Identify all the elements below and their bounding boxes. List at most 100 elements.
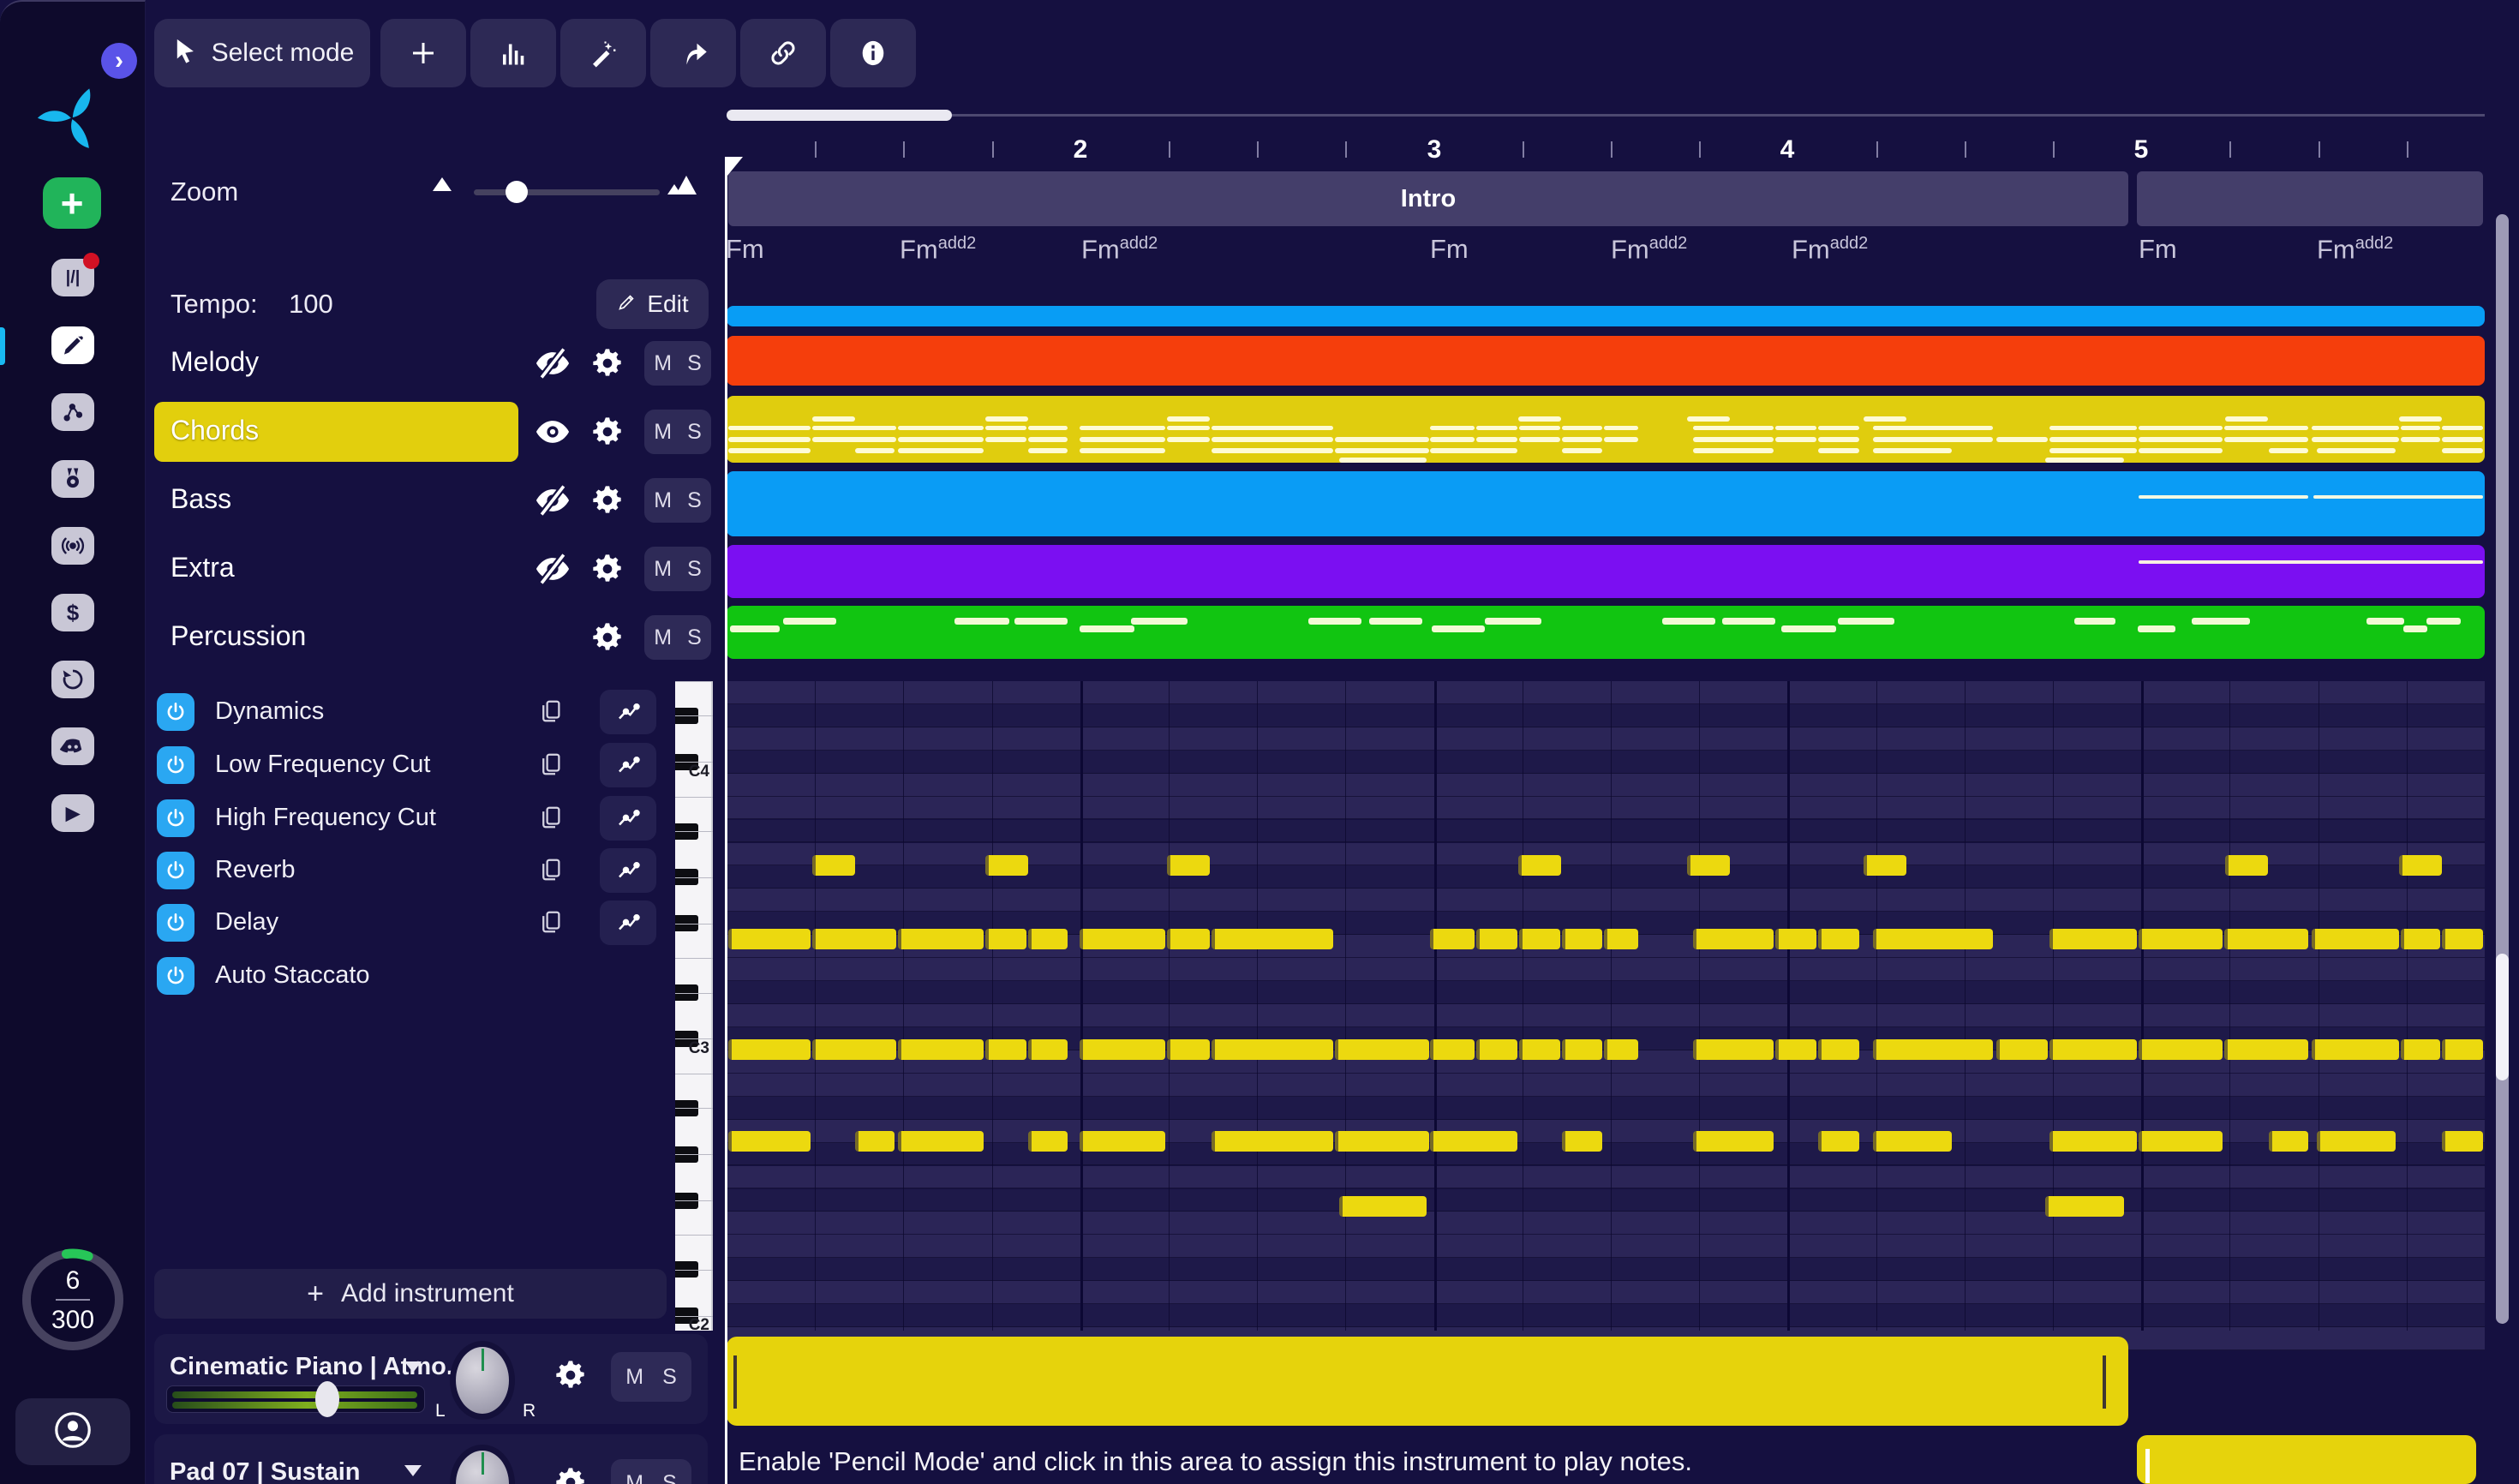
instrument-name[interactable]: Pad 07 | Sustain: [170, 1458, 360, 1484]
midi-note[interactable]: [1873, 929, 1993, 949]
midi-note[interactable]: [1693, 1039, 1774, 1060]
midi-note[interactable]: [2049, 1131, 2137, 1152]
track-name-extra[interactable]: Extra: [171, 552, 235, 583]
instrument-settings-gear-icon[interactable]: [553, 1465, 588, 1484]
midi-note[interactable]: [812, 929, 896, 949]
track-name-melody[interactable]: Melody: [171, 346, 259, 378]
midi-note[interactable]: [728, 1131, 811, 1152]
midi-note[interactable]: [1818, 1131, 1859, 1152]
instrument-clip[interactable]: [2137, 1435, 2476, 1484]
horizontal-scrollbar-thumb[interactable]: [727, 110, 952, 121]
redo-button[interactable]: [650, 19, 736, 87]
sidebar-item-dollar[interactable]: $: [51, 594, 94, 631]
horizontal-scrollbar-track[interactable]: [952, 114, 2485, 117]
eye-off-icon[interactable]: [534, 550, 571, 588]
lane-melody[interactable]: [727, 336, 2485, 386]
midi-note[interactable]: [1604, 929, 1638, 949]
window-close-button[interactable]: [26, 24, 44, 42]
midi-note[interactable]: [2139, 1039, 2223, 1060]
sidebar-item-broadcast[interactable]: [51, 527, 94, 565]
copy-icon[interactable]: [538, 855, 564, 884]
lane-bass[interactable]: [727, 471, 2485, 536]
pan-knob[interactable]: [450, 1445, 515, 1484]
midi-note[interactable]: [2049, 929, 2137, 949]
midi-note[interactable]: [2224, 1039, 2308, 1060]
midi-note[interactable]: [1687, 855, 1730, 876]
midi-note[interactable]: [2401, 1039, 2440, 1060]
midi-note[interactable]: [1873, 1039, 1993, 1060]
midi-note[interactable]: [985, 1039, 1026, 1060]
mute-button[interactable]: M: [654, 625, 672, 650]
midi-note[interactable]: [1335, 1039, 1429, 1060]
midi-note[interactable]: [2139, 929, 2223, 949]
sidebar-item-discord[interactable]: [51, 727, 94, 765]
sidebar-item-medal[interactable]: [51, 460, 94, 498]
midi-note[interactable]: [1996, 1039, 2048, 1060]
midi-note[interactable]: [1818, 929, 1859, 949]
midi-note[interactable]: [1028, 1131, 1068, 1152]
midi-note[interactable]: [1028, 1039, 1068, 1060]
zoom-slider[interactable]: [474, 181, 660, 203]
midi-note[interactable]: [1818, 1039, 1859, 1060]
midi-note[interactable]: [1167, 1039, 1210, 1060]
expand-sidebar-button[interactable]: ›: [101, 43, 137, 79]
mute-button[interactable]: M: [654, 351, 672, 376]
chevron-down-icon[interactable]: [404, 1465, 422, 1476]
midi-note[interactable]: [2442, 1131, 2483, 1152]
midi-note[interactable]: [1476, 1039, 1517, 1060]
midi-note[interactable]: [1430, 929, 1475, 949]
effect-power-button[interactable]: [157, 746, 194, 784]
midi-note[interactable]: [1775, 929, 1816, 949]
midi-note[interactable]: [812, 1039, 896, 1060]
midi-note[interactable]: [2269, 1131, 2308, 1152]
levels-button[interactable]: [470, 19, 556, 87]
midi-note[interactable]: [985, 929, 1026, 949]
midi-note[interactable]: [1693, 929, 1774, 949]
midi-note[interactable]: [2312, 1039, 2399, 1060]
info-button[interactable]: [830, 19, 916, 87]
chevron-down-icon[interactable]: [404, 1361, 422, 1373]
midi-note[interactable]: [1167, 855, 1210, 876]
midi-note[interactable]: [2317, 1131, 2396, 1152]
plus-button[interactable]: [380, 19, 466, 87]
solo-button[interactable]: S: [687, 625, 702, 650]
midi-note[interactable]: [2312, 929, 2399, 949]
wand-button[interactable]: [560, 19, 646, 87]
solo-button[interactable]: S: [687, 557, 702, 582]
instrument-clip[interactable]: [727, 1337, 2128, 1426]
mute-button[interactable]: M: [625, 1365, 643, 1390]
track-settings-gear-icon[interactable]: [590, 346, 625, 380]
vertical-scrollbar-thumb[interactable]: [2496, 954, 2509, 1080]
profile-button[interactable]: [15, 1398, 130, 1465]
copy-icon[interactable]: [538, 750, 564, 779]
midi-note[interactable]: [1212, 929, 1333, 949]
effect-power-button[interactable]: [157, 957, 194, 995]
eye-icon[interactable]: [534, 413, 571, 451]
instrument-settings-gear-icon[interactable]: [553, 1358, 588, 1397]
midi-note[interactable]: [1167, 929, 1210, 949]
track-name-bass[interactable]: Bass: [171, 483, 231, 515]
midi-note[interactable]: [898, 1039, 984, 1060]
midi-note[interactable]: [728, 929, 811, 949]
midi-note[interactable]: [1335, 1131, 1429, 1152]
midi-note[interactable]: [1080, 929, 1165, 949]
midi-note[interactable]: [2224, 929, 2308, 949]
sidebar-item-pencil[interactable]: [51, 326, 94, 364]
effect-power-button[interactable]: [157, 904, 194, 942]
midi-note[interactable]: [1430, 1131, 1517, 1152]
automation-curve-button[interactable]: [600, 743, 656, 787]
eye-off-icon[interactable]: [534, 482, 571, 519]
solo-button[interactable]: S: [687, 351, 702, 376]
effect-power-button[interactable]: [157, 852, 194, 889]
pan-knob[interactable]: [450, 1341, 515, 1420]
lane-percussion[interactable]: [727, 606, 2485, 659]
midi-note[interactable]: [1693, 1131, 1774, 1152]
automation-curve-button[interactable]: [600, 796, 656, 841]
midi-note[interactable]: [1080, 1039, 1165, 1060]
section-bar[interactable]: Intro: [728, 171, 2128, 226]
effect-power-button[interactable]: [157, 799, 194, 837]
vertical-scrollbar-track[interactable]: [2496, 214, 2509, 1324]
track-name-percussion[interactable]: Percussion: [171, 620, 306, 652]
window-minimize-button[interactable]: [57, 24, 75, 42]
track-name-chords[interactable]: Chords: [171, 415, 259, 446]
